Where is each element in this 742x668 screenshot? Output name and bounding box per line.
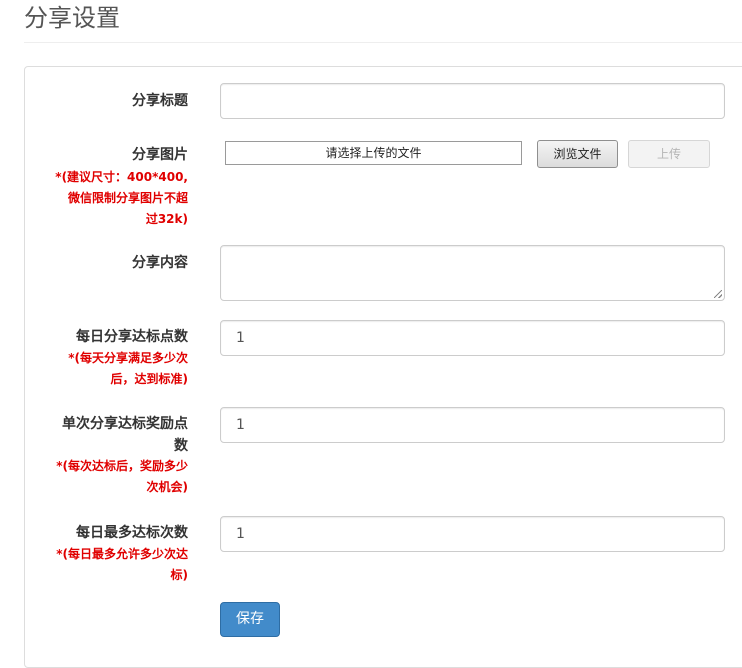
share-image-hint-line-3: 过32k)	[145, 212, 188, 226]
single-reward-points-hint-line-2: 次机会)	[146, 480, 189, 494]
daily-share-target-input[interactable]: 1	[220, 320, 725, 356]
browse-file-button[interactable]: 浏览文件	[537, 140, 618, 168]
upload-button[interactable]: 上传	[628, 140, 710, 168]
share-title-input[interactable]	[220, 83, 725, 119]
page-title: 分享设置	[24, 4, 120, 32]
daily-max-times-hint-line-1: *(每日最多允许多少次达	[56, 547, 188, 561]
single-reward-points-label-line-2: 数	[174, 438, 188, 454]
single-reward-points-label-line-1: 单次分享达标奖励点	[62, 416, 188, 432]
daily-share-target-hint-line-2: 后，达到标准)	[110, 372, 189, 386]
share-image-hint-line-2: 微信限制分享图片不超	[67, 191, 188, 205]
daily-share-target-label: 每日分享达标点数	[76, 329, 188, 345]
share-image-hint-line-1: *(建议尺寸：400*400,	[55, 170, 188, 184]
daily-max-times-hint-line-2: 标)	[170, 568, 189, 582]
single-reward-points-input[interactable]: 1	[220, 407, 725, 443]
share-content-textarea[interactable]	[220, 245, 725, 301]
daily-share-target-hint-line-1: *(每天分享满足多少次	[68, 351, 188, 365]
share-image-label: 分享图片	[132, 147, 188, 163]
resize-grip-icon[interactable]	[714, 290, 722, 298]
daily-max-times-label: 每日最多达标次数	[76, 525, 188, 541]
share-title-label: 分享标题	[132, 93, 188, 109]
single-reward-points-hint-line-1: *(每次达标后，奖励多少	[56, 459, 188, 473]
save-button[interactable]: 保存	[220, 602, 280, 637]
share-image-file-field[interactable]: 请选择上传的文件	[225, 141, 522, 165]
share-content-label: 分享内容	[132, 255, 188, 271]
daily-max-times-input[interactable]: 1	[220, 516, 725, 552]
title-divider	[24, 42, 742, 43]
